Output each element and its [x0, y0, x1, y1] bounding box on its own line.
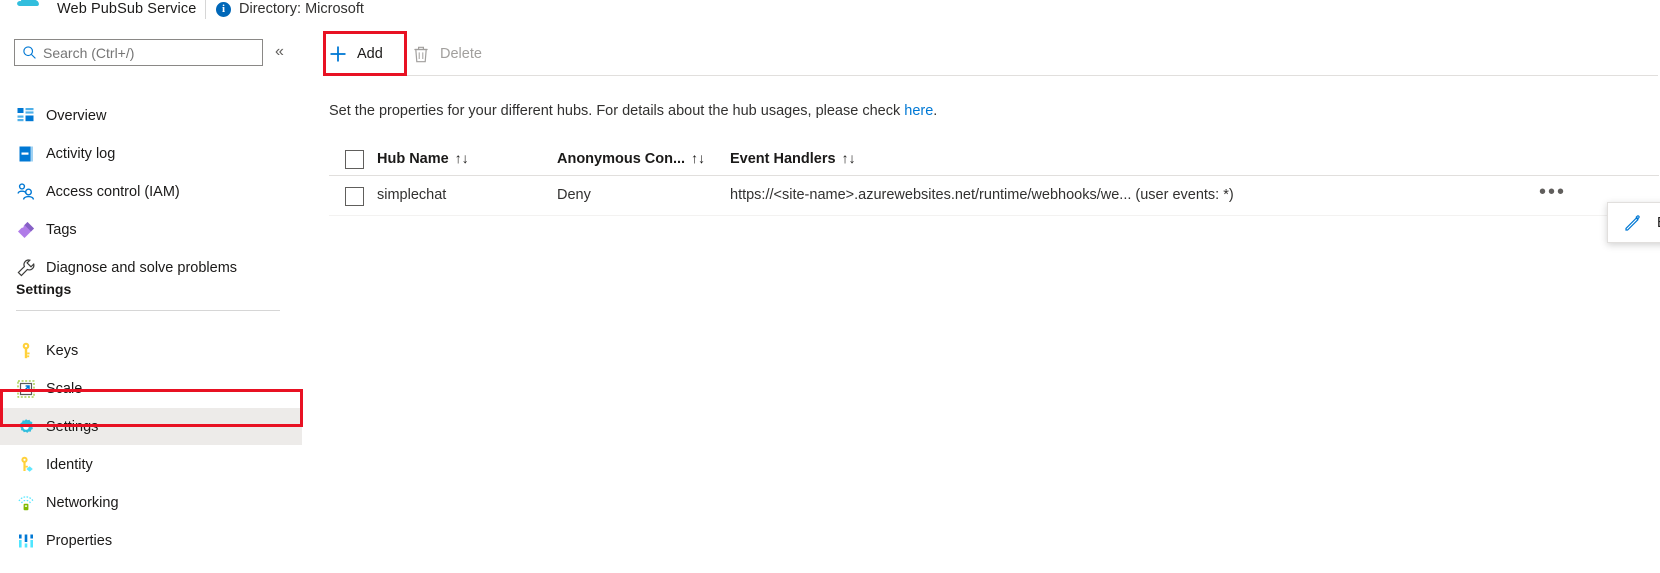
overview-grid-icon	[17, 107, 34, 121]
trash-icon	[414, 46, 428, 62]
table-header-row: Hub Name ↑↓ Anonymous Con... ↑↓ Event Hand…	[329, 142, 1659, 176]
sidebar-group-divider	[16, 310, 280, 311]
networking-icon	[18, 495, 34, 510]
cell-event-handlers: https://<site-name>.azurewebsites.net/ru…	[730, 187, 1234, 203]
cell-anonymous-connect: Deny	[557, 187, 591, 203]
ellipsis-icon[interactable]: •••	[1539, 182, 1566, 202]
sort-icon[interactable]: ↑↓	[455, 150, 469, 166]
web-pubsub-cloud-icon	[17, 0, 39, 6]
activity-log-icon	[19, 146, 33, 161]
sidebar-item-settings[interactable]: Settings	[0, 408, 302, 445]
sidebar-item-activity-log[interactable]: Activity log	[0, 135, 302, 172]
access-control-icon	[17, 182, 35, 200]
sidebar-group-title: Settings	[16, 281, 72, 297]
sidebar-item-label: Properties	[46, 532, 113, 549]
sidebar-item-label: Overview	[46, 107, 107, 124]
column-label: Hub Name	[377, 151, 449, 167]
table-row[interactable]: simplechat Deny https://<site-name>.azur…	[329, 176, 1659, 216]
plus-icon	[330, 46, 346, 61]
tag-icon	[18, 221, 34, 238]
sidebar-item-label: Identity	[46, 456, 93, 473]
sidebar-item-identity[interactable]: Identity	[0, 446, 302, 483]
sidebar-item-properties[interactable]: Properties	[0, 522, 302, 559]
column-header-anonymous-connect[interactable]: Anonymous Con... ↑↓	[557, 150, 705, 167]
search-input[interactable]	[43, 44, 243, 61]
search-box[interactable]	[14, 39, 263, 66]
key-icon	[22, 342, 30, 358]
add-button[interactable]: Add	[327, 31, 383, 76]
toolbar-divider	[327, 75, 1658, 76]
column-label: Anonymous Con...	[557, 151, 686, 167]
sidebar-item-tags[interactable]: Tags	[0, 211, 302, 248]
scale-icon	[17, 380, 35, 397]
select-all-checkbox[interactable]	[345, 150, 364, 169]
description-text-end: .	[933, 103, 938, 119]
sidebar-item-networking[interactable]: Networking	[0, 484, 302, 521]
search-icon	[23, 46, 36, 59]
info-icon: i	[216, 2, 231, 17]
add-button-label: Add	[357, 45, 383, 62]
sidebar-item-label: Networking	[46, 494, 119, 511]
azure-portal-page: Web PubSub Service i Directory: Microsof…	[0, 0, 1660, 573]
row-context-menu: Edit	[1607, 202, 1660, 243]
identity-icon	[21, 456, 33, 472]
sort-icon[interactable]: ↑↓	[691, 150, 705, 166]
pencil-icon	[1625, 214, 1640, 231]
sidebar-item-label: Scale	[46, 380, 83, 397]
sidebar-item-label: Access control (IAM)	[46, 183, 180, 200]
column-header-event-handlers[interactable]: Event Handlers ↑↓	[730, 150, 856, 167]
sidebar: « Overview Activity log	[0, 30, 310, 573]
sidebar-item-label: Settings	[46, 418, 99, 435]
hub-usages-link[interactable]: here	[904, 103, 933, 119]
service-title: Web PubSub Service	[57, 1, 197, 17]
delete-button[interactable]: Delete	[410, 31, 482, 76]
gear-icon	[19, 418, 34, 433]
hubs-table: Hub Name ↑↓ Anonymous Con... ↑↓ Event Hand…	[329, 142, 1659, 216]
properties-icon	[19, 534, 33, 547]
sidebar-item-label: Tags	[46, 221, 77, 238]
sidebar-item-overview[interactable]: Overview	[0, 97, 302, 134]
context-menu-item-edit[interactable]: Edit	[1608, 212, 1660, 233]
cell-hub-name: simplechat	[377, 187, 447, 203]
sidebar-item-access-control[interactable]: Access control (IAM)	[0, 173, 302, 210]
content-pane: Add Delete Set the properties for your d…	[310, 0, 1660, 573]
sidebar-item-scale[interactable]: Scale	[0, 370, 302, 407]
delete-button-label: Delete	[440, 45, 482, 62]
sort-icon[interactable]: ↑↓	[842, 150, 856, 166]
sidebar-item-label: Activity log	[46, 145, 116, 162]
row-checkbox[interactable]	[345, 187, 364, 206]
sidebar-item-keys[interactable]: Keys	[0, 332, 302, 369]
sidebar-item-label: Diagnose and solve problems	[46, 259, 238, 276]
collapse-sidebar-button[interactable]: «	[275, 42, 284, 62]
command-toolbar: Add Delete	[310, 31, 1660, 76]
description-text: Set the properties for your different hu…	[329, 103, 905, 119]
sidebar-item-label: Keys	[46, 342, 79, 359]
header-separator	[205, 0, 206, 19]
column-label: Event Handlers	[730, 151, 836, 167]
page-description: Set the properties for your different hu…	[329, 103, 937, 119]
wrench-icon	[17, 258, 35, 276]
column-header-hub-name[interactable]: Hub Name ↑↓	[377, 150, 469, 167]
